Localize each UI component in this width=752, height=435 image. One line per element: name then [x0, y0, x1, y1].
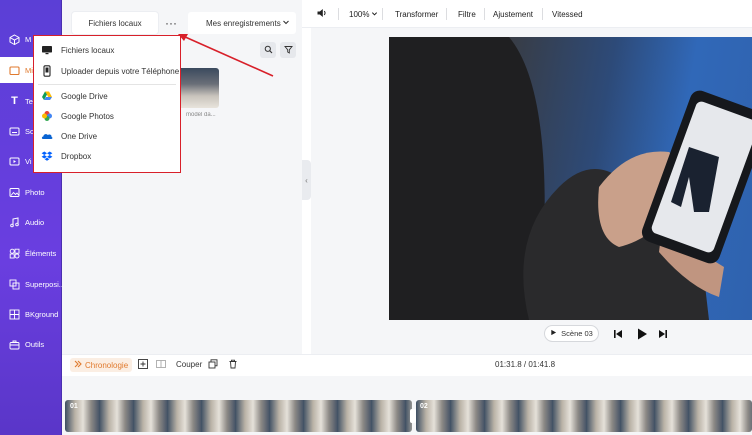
- menu-item-onedrive[interactable]: One Drive: [41, 128, 97, 144]
- google-photos-icon: [41, 110, 53, 122]
- menu-item-upload-phone[interactable]: Uploader depuis votre Téléphone: [41, 63, 179, 79]
- sidebar-item-label: BKground: [25, 309, 59, 319]
- chevron-down-icon: [371, 10, 378, 19]
- sidebar-item-label: Mi: [25, 65, 33, 75]
- skip-forward-button[interactable]: [658, 328, 668, 340]
- timeline-clip[interactable]: [416, 400, 752, 432]
- editor-toolbar: 100% Transformer Filtre Ajustement Vites…: [302, 0, 752, 28]
- folder-icon: [9, 65, 20, 76]
- local-files-button[interactable]: Fichiers locaux: [72, 12, 158, 34]
- menu-divider: [38, 84, 176, 85]
- collapse-panel-button[interactable]: ‹: [302, 160, 311, 200]
- phone-icon: [41, 65, 53, 77]
- filter-icon: [283, 45, 293, 56]
- add-track-button[interactable]: [137, 358, 148, 371]
- video-frame: [389, 37, 752, 320]
- sidebar-item-label: M: [25, 34, 32, 44]
- zoom-value: 100%: [349, 9, 370, 19]
- onedrive-icon: [41, 130, 53, 142]
- background-icon: [9, 309, 20, 320]
- toolbox-icon: [9, 339, 20, 350]
- video-icon: [9, 156, 20, 167]
- menu-item-label: Uploader depuis votre Téléphone: [61, 66, 180, 76]
- volume-icon: [316, 7, 328, 21]
- menu-item-label: One Drive: [61, 131, 98, 141]
- timeline-toggle-button[interactable]: Chronologie: [70, 358, 133, 372]
- add-icon: [137, 358, 148, 371]
- sidebar-item-label: Outils: [25, 339, 45, 349]
- clip-number: 01: [70, 403, 78, 410]
- sidebar-item-label: Vi: [25, 156, 32, 166]
- skip-forward-icon: [658, 330, 668, 342]
- chevron-down-icon: [282, 18, 290, 28]
- scene-play-button[interactable]: Scène 03: [544, 325, 599, 342]
- menu-item-local-files[interactable]: Fichiers locaux: [41, 42, 114, 58]
- sidebar-item-label: Audio: [25, 217, 45, 227]
- menu-item-google-photos[interactable]: Google Photos: [41, 108, 114, 124]
- monitor-icon: [41, 44, 53, 56]
- menu-item-label: Google Drive: [61, 91, 108, 101]
- timeline-icon: [74, 360, 82, 370]
- chevron-left-icon: ‹: [305, 175, 308, 185]
- menu-item-label: Dropbox: [61, 151, 92, 161]
- image-icon: [9, 187, 20, 198]
- volume-button[interactable]: [316, 0, 328, 28]
- video-preview[interactable]: [389, 37, 752, 320]
- my-recordings-label: Mes enregistrements: [206, 18, 281, 28]
- sidebar-item-audio[interactable]: Audio: [0, 209, 62, 235]
- music-icon: [9, 216, 20, 228]
- zoom-dropdown[interactable]: 100%: [349, 0, 378, 28]
- thumbnail-caption: model da...: [186, 112, 216, 118]
- elements-icon: [9, 248, 20, 259]
- split-icon: [155, 359, 166, 371]
- clip-number: 02: [420, 403, 428, 410]
- duplicate-button[interactable]: [207, 358, 218, 371]
- transform-button[interactable]: Transformer: [395, 0, 438, 28]
- delete-button[interactable]: [227, 359, 238, 370]
- text-icon: T: [11, 95, 18, 107]
- sidebar-item-photo[interactable]: Photo: [0, 179, 62, 205]
- subtitle-icon: [9, 126, 20, 137]
- sidebar-item-background[interactable]: BKground: [0, 301, 62, 327]
- menu-item-dropbox[interactable]: Dropbox: [41, 148, 91, 164]
- google-drive-icon: [41, 90, 53, 102]
- adjust-button[interactable]: Ajustement: [493, 0, 533, 28]
- trash-icon: [228, 359, 238, 371]
- menu-item-label: Google Photos: [61, 111, 114, 121]
- filter-button[interactable]: [280, 42, 296, 58]
- split-button[interactable]: [155, 359, 166, 370]
- speed-button[interactable]: Vitessed: [552, 0, 583, 28]
- play-icon: [550, 329, 557, 338]
- overlay-icon: [9, 279, 20, 290]
- sidebar-item-label: Éléments: [25, 248, 57, 258]
- sidebar-item-label: Te: [25, 96, 33, 106]
- scene-label: Scène 03: [561, 329, 593, 338]
- timecode: 01:31.8 / 01:41.8: [495, 360, 556, 369]
- annotation-arrow: [178, 34, 274, 77]
- play-button[interactable]: [636, 327, 648, 341]
- filter-tool-button[interactable]: Filtre: [458, 0, 476, 28]
- duplicate-icon: [208, 358, 218, 371]
- skip-back-button[interactable]: [613, 328, 623, 340]
- sidebar-item-elements[interactable]: Éléments: [0, 240, 62, 266]
- dropbox-icon: [41, 150, 53, 162]
- play-icon: [636, 328, 648, 343]
- menu-item-google-drive[interactable]: Google Drive: [41, 88, 108, 104]
- upload-source-menu: Fichiers locaux Uploader depuis votre Té…: [33, 35, 181, 173]
- sidebar-item-label: Photo: [25, 187, 45, 197]
- cut-button[interactable]: Couper: [176, 360, 202, 369]
- skip-back-icon: [613, 330, 623, 342]
- sidebar-item-overlay[interactable]: Superposi...: [0, 271, 66, 297]
- menu-item-label: Fichiers locaux: [61, 45, 115, 55]
- sidebar-item-tools[interactable]: Outils: [0, 331, 62, 357]
- timeline-clip[interactable]: [65, 400, 412, 432]
- cube-icon: [9, 33, 20, 45]
- sidebar-item-label: Superposi...: [25, 279, 66, 289]
- timeline-label: Chronologie: [85, 360, 129, 370]
